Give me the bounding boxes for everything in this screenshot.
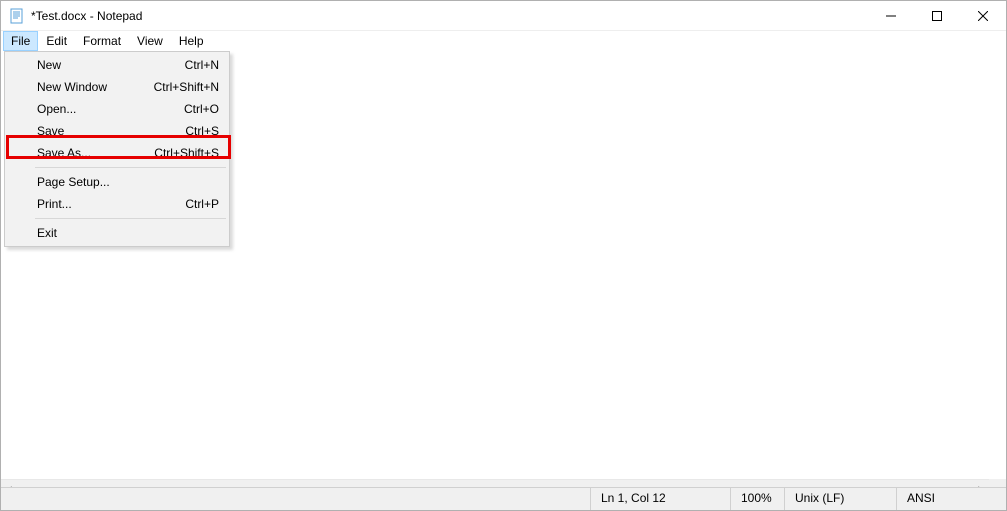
maximize-button[interactable]	[914, 1, 960, 31]
menu-item-new-window[interactable]: New Window Ctrl+Shift+N	[7, 76, 227, 98]
window-title: *Test.docx - Notepad	[31, 9, 142, 23]
menu-item-open[interactable]: Open... Ctrl+O	[7, 98, 227, 120]
menu-item-label: Save	[37, 124, 165, 138]
status-encoding: ANSI	[896, 488, 1006, 510]
menu-item-shortcut: Ctrl+Shift+S	[154, 146, 219, 160]
menu-item-shortcut: Ctrl+P	[185, 197, 219, 211]
menu-help[interactable]: Help	[171, 31, 212, 51]
menu-separator	[35, 167, 226, 168]
menu-edit[interactable]: Edit	[38, 31, 75, 51]
menu-separator	[35, 218, 226, 219]
statusbar: Ln 1, Col 12 100% Unix (LF) ANSI	[1, 487, 1006, 510]
menubar: File Edit Format View Help	[1, 31, 1006, 51]
menu-item-label: Page Setup...	[37, 175, 219, 189]
window-controls	[868, 1, 1006, 31]
titlebar: *Test.docx - Notepad	[1, 1, 1006, 31]
menu-item-label: Print...	[37, 197, 165, 211]
menu-item-label: Save As...	[37, 146, 134, 160]
menu-item-save-as[interactable]: Save As... Ctrl+Shift+S	[7, 142, 227, 164]
close-button[interactable]	[960, 1, 1006, 31]
menu-format[interactable]: Format	[75, 31, 129, 51]
menu-item-shortcut: Ctrl+S	[185, 124, 219, 138]
status-zoom: 100%	[730, 488, 784, 510]
menu-item-new[interactable]: New Ctrl+N	[7, 54, 227, 76]
notepad-icon	[9, 8, 25, 24]
file-menu-dropdown: New Ctrl+N New Window Ctrl+Shift+N Open... Ct…	[4, 51, 230, 247]
menu-item-label: Exit	[37, 226, 219, 240]
status-cursor-position: Ln 1, Col 12	[590, 488, 730, 510]
menu-item-exit[interactable]: Exit	[7, 222, 227, 244]
status-spacer	[1, 488, 590, 510]
menu-view[interactable]: View	[129, 31, 171, 51]
status-line-ending: Unix (LF)	[784, 488, 896, 510]
menu-item-shortcut: Ctrl+N	[185, 58, 219, 72]
menu-item-label: Open...	[37, 102, 164, 116]
menu-item-print[interactable]: Print... Ctrl+P	[7, 193, 227, 215]
menu-item-label: New	[37, 58, 165, 72]
menu-file[interactable]: File	[3, 31, 38, 51]
minimize-button[interactable]	[868, 1, 914, 31]
menu-item-shortcut: Ctrl+Shift+N	[154, 80, 219, 94]
menu-item-save[interactable]: Save Ctrl+S	[7, 120, 227, 142]
menu-item-page-setup[interactable]: Page Setup...	[7, 171, 227, 193]
menu-item-label: New Window	[37, 80, 134, 94]
menu-item-shortcut: Ctrl+O	[184, 102, 219, 116]
